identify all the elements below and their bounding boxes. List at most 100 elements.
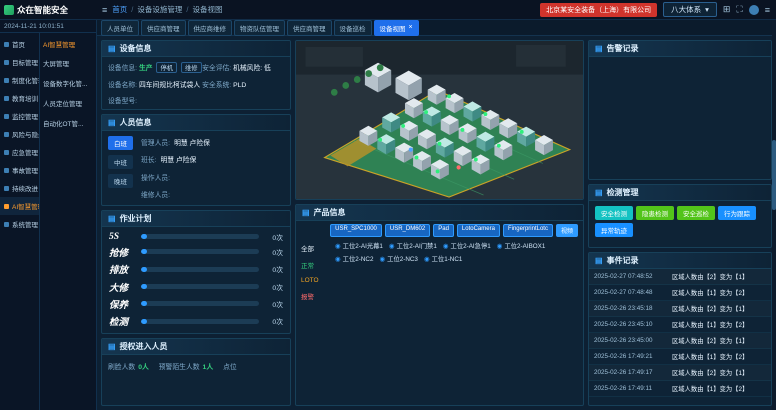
authorized-panel: ▤授权进入人员 刷脸人数0人 预警陌生人数1人 点位 [101,338,291,406]
event-row[interactable]: 2025-02-27 07:48:52区域人数由【2】变为【1】 [589,269,771,285]
panel-title: 授权进入人员 [120,341,168,352]
behavior-track-button[interactable]: 行为跟踪 [718,206,756,220]
sidebar-item-system[interactable]: 系统管理 [0,215,39,233]
progress-bar [141,284,259,289]
accident-icon [4,168,9,173]
sidebar-item-emergency[interactable]: 应急管理 [0,143,39,161]
tab-device-inspection[interactable]: 设备巡检 [334,20,372,36]
work-plan-row: 抢修0次 [109,245,283,259]
factory-3d-scene [296,41,583,199]
alarm-records-panel: ▤告警记录 [588,40,772,180]
event-row[interactable]: 2025-02-27 07:48:48区域人数由【1】变为【2】 [589,285,771,301]
page-scrollbar[interactable] [772,20,776,410]
station-item[interactable]: ◉工位2-NC3 [379,254,417,263]
event-row[interactable]: 2025-02-26 17:49:21区域人数由【1】变为【2】 [589,349,771,365]
user-avatar[interactable] [749,5,759,15]
menu-toggle-icon[interactable]: ≡ [97,5,112,15]
work-plan-row: 检测0次 [109,314,283,328]
panel-icon: ▤ [108,44,116,53]
fullscreen-icon[interactable]: ⛶ [736,4,742,15]
camera-icon: ◉ [424,255,430,263]
safety-patrol-button[interactable]: 安全巡检 [677,206,715,220]
device-button-fingerprint[interactable]: FingerprintLotc [503,224,553,237]
abnormal-trace-button[interactable]: 异常轨迹 [595,223,633,237]
breadcrumb-home[interactable]: 首页 [112,4,127,15]
app-title: 众在智能安全 [17,4,68,16]
event-row[interactable]: 2025-02-26 23:45:10区域人数由【1】变为【2】 [589,317,771,333]
shift-night[interactable]: 晚班 [108,174,133,188]
submenu-item-ot-automation[interactable]: 自动化OT管... [40,113,96,133]
breadcrumb-item[interactable]: 设备设施管理 [137,4,182,15]
panel-icon: ▤ [595,188,603,197]
submenu-item-device-digital[interactable]: 设备数字化管... [40,73,96,93]
station-item[interactable]: ◉工位2-AI急停1 [443,241,491,250]
tab-supplier-repair[interactable]: 供应商维修 [188,20,233,36]
sidebar-item-targets[interactable]: 目标管理 [0,53,39,71]
station-item[interactable]: ◉工位1-NC1 [424,254,462,263]
tab-device-view[interactable]: 设备视图× [374,20,419,36]
sidebar-item-institution[interactable]: 制度化管理 [0,71,39,89]
improvement-icon [4,186,9,191]
alarm-records-empty [589,57,771,179]
factory-3d-view[interactable] [295,40,584,200]
safety-detect-button[interactable]: 安全检测 [595,206,633,220]
shift-middle[interactable]: 中班 [108,155,133,169]
filter-loto[interactable]: LOTO [301,277,329,284]
hazard-detect-button[interactable]: 隐患检测 [636,206,674,220]
tab-supplier-mgmt-2[interactable]: 供应商管理 [287,20,332,36]
top-header: 众在智能安全 ≡ 首页 / 设备设施管理 / 设备视图 北京某安全装备（上海）有… [0,0,776,20]
stop-button[interactable]: 停机 [156,62,177,73]
station-item[interactable]: ◉工位2-AI门禁1 [389,241,437,250]
submenu-item-personnel-location[interactable]: 人员定位管理 [40,93,96,113]
progress-bar [141,249,259,254]
device-button-lotocamera[interactable]: LotoCamera [457,224,500,237]
device-button-video[interactable]: 视频 [556,224,578,237]
sidebar-item-training[interactable]: 教育培训 [0,89,39,107]
event-row[interactable]: 2025-02-26 23:45:18区域人数由【2】变为【1】 [589,301,771,317]
apps-grid-icon[interactable]: ⊞ [723,4,731,15]
system-select[interactable]: 八大体系 ▾ [663,2,717,17]
tab-bar: 人员单位 供应商管理 供应商维修 物资队伍管理 供应商管理 设备巡检 设备视图× [97,20,776,36]
sidebar-item-improvement[interactable]: 持续改进 [0,179,39,197]
repair-button[interactable]: 维修 [181,62,202,73]
event-row[interactable]: 2025-02-26 17:49:17区域人数由【2】变为【1】 [589,365,771,381]
panel-title: 人员信息 [120,117,152,128]
stranger-alert-count: 预警陌生人数1人 [159,361,213,371]
tab-material-team[interactable]: 物资队伍管理 [234,20,285,36]
event-row[interactable]: 2025-02-26 23:45:00区域人数由【2】变为【1】 [589,333,771,349]
close-icon[interactable]: × [409,24,413,31]
station-item[interactable]: ◉工位2-AI光幕1 [335,241,383,250]
foreman-value: 明慧 卢险保 [160,154,196,164]
station-item[interactable]: ◉工位2-NC2 [335,254,373,263]
primary-sidebar: 首页 目标管理 制度化管理 教育培训 监控管理 风险与隐患 应急管理 事故管理 … [0,33,40,410]
submenu-item-bigscreen[interactable]: 大屏管理 [40,53,96,73]
device-button-spc1000[interactable]: USR_SPC1000 [330,224,382,237]
work-plan-row: 保养0次 [109,297,283,311]
shift-day[interactable]: 白班 [108,136,133,150]
station-filters: 全部 正常 LOTO 报警 [301,241,329,402]
more-menu-icon[interactable]: ≡ [765,5,770,15]
device-button-pad[interactable]: Pad [433,224,454,237]
filter-alarm[interactable]: 报警 [301,291,329,301]
device-button-dm602[interactable]: USR_DM602 [385,224,430,237]
submenu-title: AI智慧管理 [40,35,96,53]
filter-all[interactable]: 全部 [301,243,329,253]
sidebar-item-accident[interactable]: 事故管理 [0,161,39,179]
tab-personnel-unit[interactable]: 人员单位 [101,20,139,36]
settings-icon [4,222,9,227]
sidebar-item-home[interactable]: 首页 [0,35,39,53]
panel-icon: ▤ [108,118,116,127]
header-actions: 北京某安全装备（上海）有限公司 八大体系 ▾ ⊞ ⛶ ≡ [540,2,776,17]
camera-icon: ◉ [443,242,449,250]
event-row[interactable]: 2025-02-26 17:49:11区域人数由【1】变为【2】 [589,381,771,397]
progress-bar [141,319,259,324]
sidebar-item-monitoring[interactable]: 监控管理 [0,107,39,125]
station-item[interactable]: ◉工位2-AIBOX1 [497,241,546,250]
sidebar-item-ai[interactable]: AI智慧管理 [0,197,39,215]
scrollbar-thumb[interactable] [772,140,776,210]
panel-title: 事件记录 [607,255,639,266]
filter-normal[interactable]: 正常 [301,260,329,270]
tab-supplier-mgmt-1[interactable]: 供应商管理 [141,20,186,36]
sidebar-item-risk[interactable]: 风险与隐患 [0,125,39,143]
safety-system-value: PLD [233,82,246,89]
